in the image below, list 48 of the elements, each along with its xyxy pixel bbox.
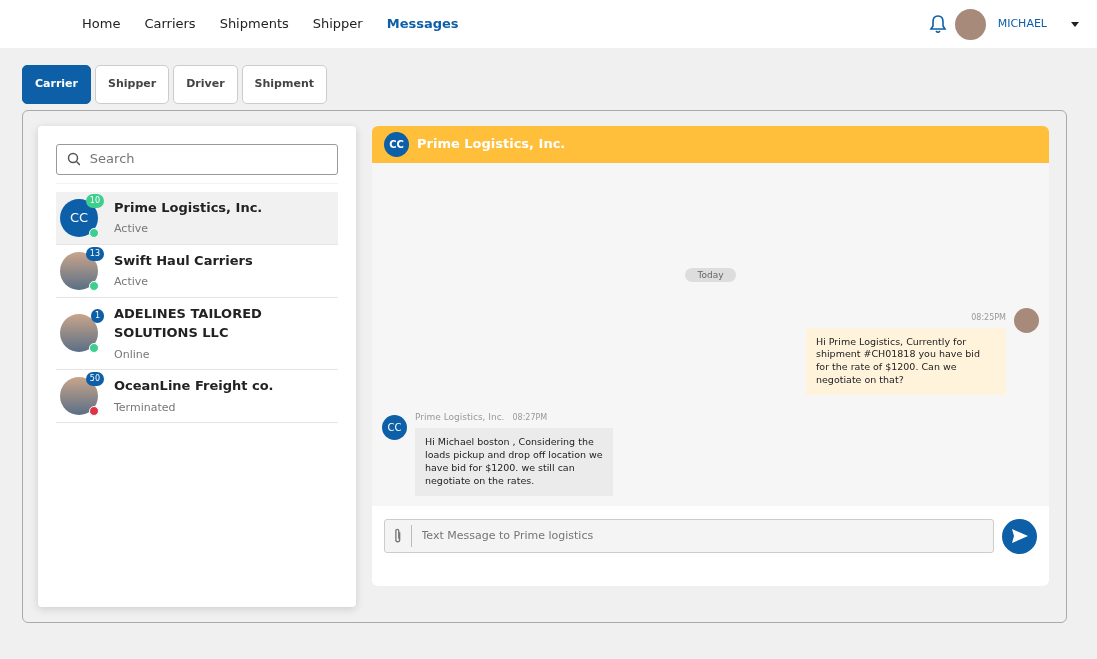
contact-status: Active <box>114 274 150 290</box>
message-input[interactable]: Text Message to Prime logistics <box>419 526 985 546</box>
chat-title: Prime Logistics, Inc. <box>417 135 566 154</box>
unread-count: 10 <box>85 193 104 208</box>
contact-status: Online <box>114 346 151 363</box>
nav-link[interactable]: Shipments <box>207 14 301 34</box>
avatar-photo[interactable] <box>954 8 986 40</box>
contact-name: Prime Logistics, Inc. <box>114 198 263 217</box>
contact-status: Active <box>114 221 150 237</box>
photo-placeholder <box>60 251 98 290</box>
contact-avatar: CC <box>384 131 409 157</box>
unread-count: 1 <box>90 309 104 324</box>
bell-icon[interactable] <box>928 14 947 34</box>
contact-name: OceanLine Freight co. <box>114 377 274 395</box>
contact-item[interactable]: 1 ADELINES TAILORED SOLUTIONS LLC Online <box>56 297 338 370</box>
search-field[interactable]: Search <box>56 143 338 175</box>
tab[interactable]: Carrier <box>22 65 91 104</box>
message-field[interactable]: Text Message to Prime logistics <box>384 519 994 553</box>
contact-name: ADELINES TAILORED SOLUTIONS LLC <box>114 304 263 342</box>
tab[interactable]: Shipment <box>241 65 327 104</box>
tab[interactable]: Driver <box>173 65 238 104</box>
sender-name: Prime Logistics, Inc. <box>415 410 505 424</box>
nav-link[interactable]: Messages <box>374 14 471 34</box>
avatar-photo <box>1014 307 1039 333</box>
contact-name: Swift Haul Carriers <box>114 251 253 270</box>
message-text: Hi Prime Logistics, Currently for shipment #CH01818 you have bid for the rate of $1200. Can we negotiate on that? <box>806 327 1006 395</box>
send-icon <box>1011 529 1028 543</box>
tab[interactable]: Shipper <box>95 65 170 104</box>
caret-icon[interactable] <box>1071 21 1079 27</box>
nav-link[interactable]: Shipper <box>300 14 375 34</box>
nav-link[interactable]: Home <box>70 14 133 34</box>
paperclip-icon[interactable] <box>393 527 403 545</box>
contact-item[interactable]: CC 10 Prime Logistics, Inc. Active <box>56 191 338 245</box>
contact-item[interactable]: 13 Swift Haul Carriers Active <box>56 244 338 298</box>
unread-count: 50 <box>85 372 104 386</box>
message-text: Hi Michael boston , Considering the loads pickup and drop off location we have bid for $1200. we still can negotiate on the rates. <box>415 428 613 496</box>
unread-count: 13 <box>85 246 104 261</box>
search-icon <box>67 152 80 166</box>
photo-placeholder <box>60 314 98 353</box>
send-button[interactable] <box>1002 518 1037 554</box>
nav-link[interactable]: Carriers <box>132 14 208 34</box>
message-time: 08:27PM <box>512 411 548 424</box>
contact-avatar: CC <box>382 414 407 440</box>
user-name[interactable]: MICHAEL <box>997 15 1047 33</box>
message-time: 08:25PM <box>971 311 1006 324</box>
contact-status: Terminated <box>114 399 177 416</box>
date-divider: Today <box>685 268 736 282</box>
contact-item[interactable]: 50 OceanLine Freight co. Terminated <box>56 370 338 423</box>
